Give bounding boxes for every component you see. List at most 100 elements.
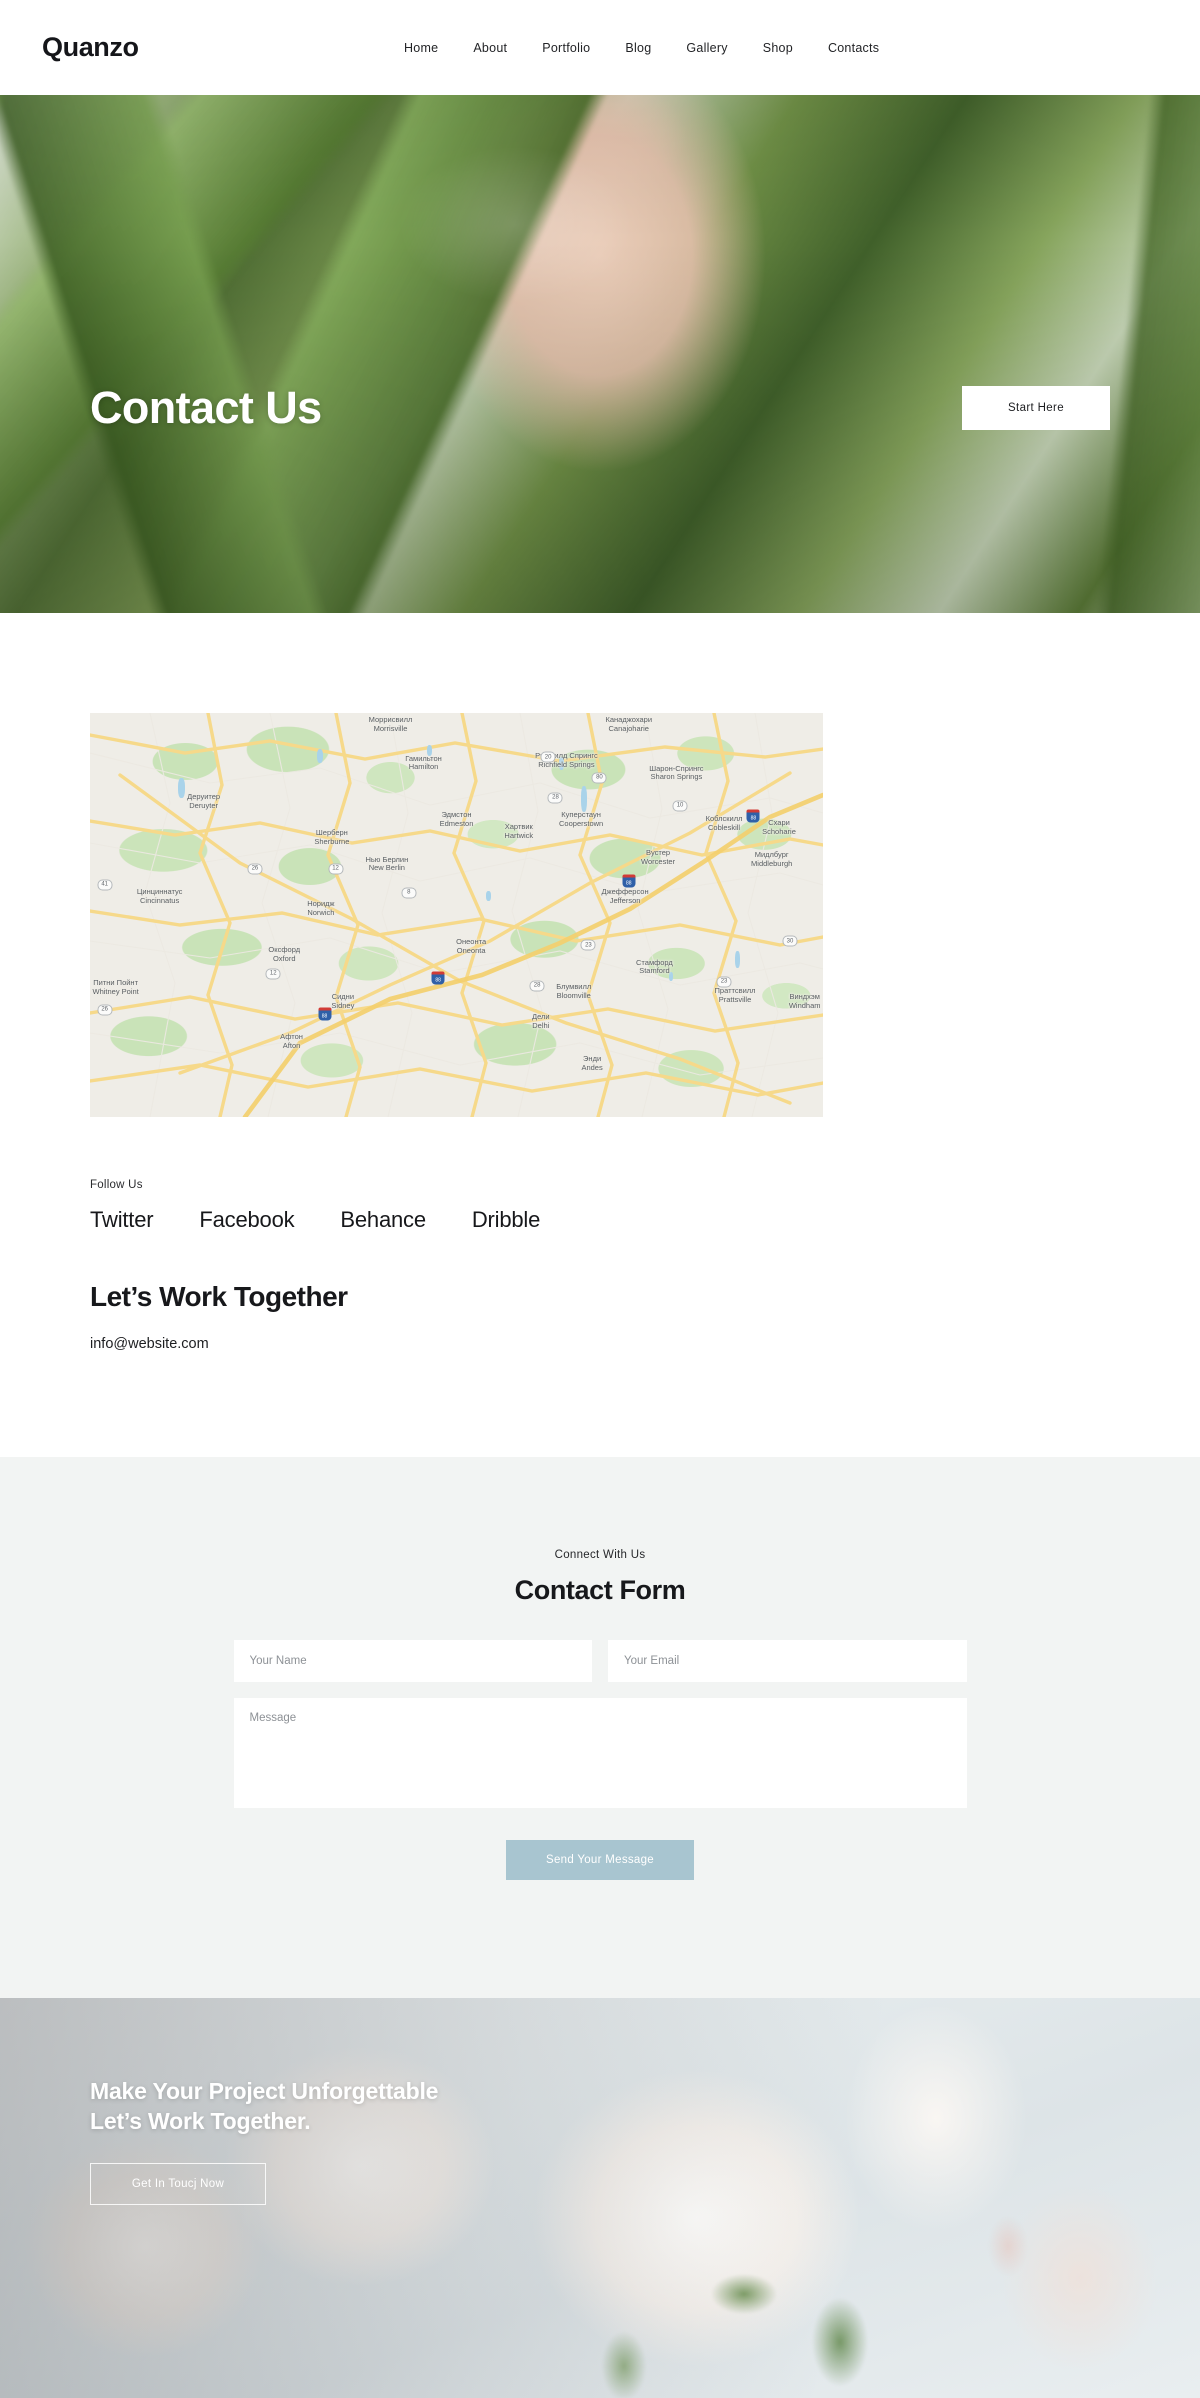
map-place-label: Афтон Afton [280, 1033, 303, 1051]
name-input[interactable] [233, 1640, 592, 1682]
map-labels: Моррисвилл Morrisville Канаджохари Canajoha… [90, 713, 823, 1117]
page-root: Quanzo Home About Portfolio Blog Gallery… [0, 0, 1200, 2398]
nav-item-contacts[interactable]: Contacts [826, 37, 881, 59]
map-place-label-en: Afton [282, 1041, 301, 1051]
map-place-label: Коблскилл Cobleskill [706, 814, 743, 833]
map-route-shield: 8 [401, 887, 417, 899]
nav-item-blog[interactable]: Blog [623, 37, 653, 59]
email-input[interactable] [608, 1640, 967, 1682]
map-route-shield: 20 [540, 751, 556, 763]
map-place-label-en: Edmeston [439, 819, 474, 829]
map-place-label: Виндхэм Windham [788, 992, 821, 1011]
contact-form-section: Connect With Us Contact Form Send Your M… [0, 1457, 1200, 1998]
map-place-label: Деруитер Deruyter [187, 792, 220, 811]
map-place-label-en: Andes [581, 1063, 603, 1073]
map-route-shield: 28 [547, 792, 563, 804]
map-place-label: Шарон-Спрингс Sharon Springs [649, 764, 703, 783]
nav-item-home[interactable]: Home [402, 37, 440, 59]
brand-logo[interactable]: Quanzo [42, 32, 402, 63]
nav-item-gallery[interactable]: Gallery [684, 37, 729, 59]
map-place-label: Энди Andes [581, 1055, 603, 1074]
contact-form-eyebrow: Connect With Us [554, 1549, 646, 1561]
map-place-label: Моррисвилл Morrisville [369, 715, 413, 734]
form-row-message [233, 1698, 967, 1808]
map-place-label-en: Oneonta [456, 946, 486, 956]
map-place-label: Шерберн Sherburne [314, 829, 349, 847]
map-place-label-en: Middleburgh [751, 859, 793, 869]
map-place-label: Оксфорд Oxford [268, 946, 300, 965]
map-place-label-en: New Berlin [368, 863, 405, 873]
map-place-label-en: Bloomville [556, 990, 591, 1000]
follow-us-label: Follow Us [90, 1179, 143, 1191]
map-place-label-en: Morrisville [373, 724, 408, 734]
map-place-label: Хартвик Hartwick [504, 822, 534, 841]
map-place-label-en: Sidney [331, 1000, 355, 1010]
map-place-label-en: Jefferson [609, 895, 641, 905]
map-place-label: Гамильтон Hamilton [405, 754, 442, 773]
send-message-button[interactable]: Send Your Message [506, 1840, 694, 1880]
site-header: Quanzo Home About Portfolio Blog Gallery… [0, 0, 1200, 95]
map-place-label-en: Sherburne [314, 837, 350, 847]
map-place-label: Дели Delhi [532, 1012, 550, 1031]
contact-form-title: Contact Form [514, 1575, 686, 1605]
map-route-shield: 10 [672, 800, 688, 812]
map-route-shield: 23 [716, 976, 732, 988]
map-interstate-shield: 88 [318, 1007, 332, 1021]
map-interstate-shield: 88 [622, 874, 636, 888]
map-place-label-en: Hartwick [504, 831, 534, 841]
header-actions [881, 34, 1200, 62]
map-place-label-en: Deruyter [189, 800, 218, 810]
map-route-shield: 28 [529, 980, 545, 992]
map-place-label-en: Windham [788, 1000, 821, 1010]
cta-heading-line2: Let’s Work Together. [90, 2108, 311, 2135]
map-place-label-en: Prattsville [718, 994, 752, 1004]
social-link-behance[interactable]: Behance [340, 1207, 426, 1233]
map-place-label-en: Sharon Springs [650, 772, 703, 782]
map-place-label-en: Schoharie [762, 827, 796, 837]
map-place-label-en: Cincinnatus [140, 895, 180, 905]
map-route-shield: 30 [782, 935, 798, 947]
map-place-label: Канаджохари Canajoharie [605, 715, 652, 734]
map-place-label: Блумвилл Bloomville [556, 982, 591, 1001]
social-link-dribble[interactable]: Dribble [472, 1207, 540, 1233]
map-place-label-en: Hamilton [408, 762, 439, 772]
social-link-twitter[interactable]: Twitter [90, 1207, 154, 1233]
map-interstate-shield: 88 [746, 809, 760, 823]
location-map[interactable]: Моррисвилл Morrisville Канаджохари Canajoha… [90, 713, 823, 1117]
nav-item-shop[interactable]: Shop [761, 37, 795, 59]
map-place-label: Вустер Worcester [641, 849, 676, 868]
map-container: Моррисвилл Morrisville Канаджохари Canajoha… [45, 713, 1155, 1457]
map-place-label-en: Cobleskill [707, 823, 741, 833]
map-route-shield: 12 [328, 863, 344, 875]
social-links: Twitter Facebook Behance Dribble [90, 1207, 1110, 1233]
nav-item-about[interactable]: About [471, 37, 509, 59]
map-route-shield: 26 [97, 1004, 113, 1016]
map-route-shield: 26 [247, 863, 263, 875]
get-in-touch-button[interactable]: Get In Toucj Now [90, 2162, 266, 2205]
map-route-shield: 41 [97, 879, 113, 891]
map-place-label: Цинциннатус Cincinnatus [137, 887, 183, 906]
work-together-heading: Let’s Work Together [90, 1281, 348, 1312]
follow-us-block: Follow Us Twitter Facebook Behance Dribb… [90, 1117, 1110, 1233]
map-place-label: Норидж Norwich [307, 899, 334, 918]
map-place-label-en: Stamford [639, 966, 670, 976]
map-route-shield: 23 [580, 939, 596, 951]
map-place-label: Стамфорд Stamford [636, 958, 673, 977]
map-place-label-en: Canajoharie [608, 724, 649, 734]
map-place-label-en: Worcester [641, 857, 676, 867]
map-place-label: Мидлбург Middleburgh [751, 851, 793, 870]
cta-content: Make Your Project Unforgettable Let’s Wo… [45, 1998, 1155, 2205]
contact-email-link[interactable]: info@website.com [90, 1336, 209, 1352]
map-place-label: Сидни Sidney [331, 992, 355, 1011]
map-interstate-shield: 88 [431, 971, 445, 985]
map-place-label: Джефферсон Jefferson [602, 887, 649, 906]
message-textarea[interactable] [233, 1698, 967, 1808]
map-place-label: Куперстаун Cooperstown [559, 810, 603, 829]
form-submit-wrapper: Send Your Message [234, 1840, 967, 1880]
map-section: Моррисвилл Morrisville Канаджохари Canajoha… [0, 613, 1200, 1457]
contact-form-header: Connect With Us Contact Form [0, 1549, 1200, 1606]
social-link-facebook[interactable]: Facebook [199, 1207, 294, 1233]
nav-item-portfolio[interactable]: Portfolio [540, 37, 592, 59]
hero-section: Contact Us Start Here [0, 95, 1200, 613]
start-here-button[interactable]: Start Here [962, 386, 1110, 430]
